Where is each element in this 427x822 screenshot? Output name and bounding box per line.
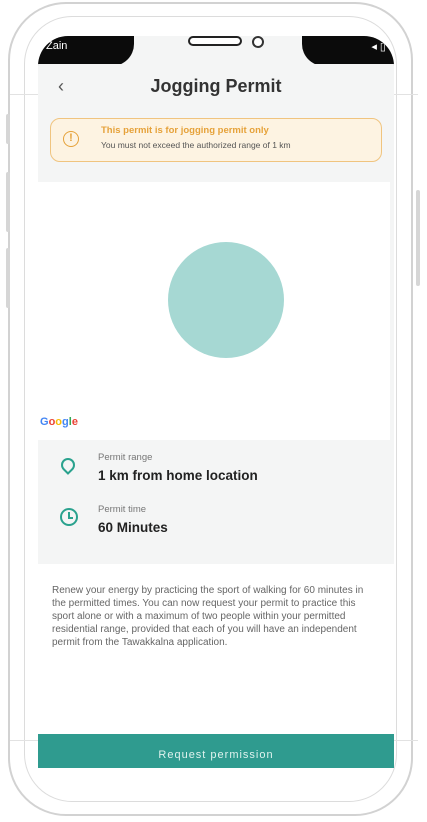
warning-notice: ! This permit is for jogging permit only… bbox=[50, 118, 382, 162]
notice-subtitle: You must not exceed the authorized range… bbox=[101, 140, 291, 150]
permit-time-label: Permit time bbox=[98, 504, 147, 515]
volume-down-button bbox=[6, 248, 10, 308]
notice-title: This permit is for jogging permit only bbox=[101, 125, 269, 136]
permit-range-row: Permit range 1 km from home location bbox=[38, 446, 394, 490]
antenna-line-bottom-left bbox=[10, 740, 38, 741]
power-button bbox=[416, 190, 420, 286]
app-header: ‹ Jogging Permit bbox=[38, 64, 394, 112]
location-pin-icon bbox=[58, 455, 78, 475]
warning-icon: ! bbox=[63, 131, 79, 147]
permit-info: Permit range 1 km from home location Per… bbox=[38, 440, 394, 560]
battery-icon: ◂ ▯ bbox=[371, 41, 386, 53]
antenna-line-top-left bbox=[10, 94, 38, 95]
mute-switch bbox=[6, 114, 10, 144]
antenna-line-top-right bbox=[392, 94, 418, 95]
carrier-label: Zain bbox=[46, 40, 68, 52]
status-bar-left: Zain bbox=[38, 36, 134, 66]
antenna-line-bottom-right bbox=[392, 740, 418, 741]
clock-icon bbox=[60, 508, 78, 526]
permit-range-label: Permit range bbox=[98, 452, 153, 463]
permit-range-circle bbox=[168, 242, 284, 358]
description-text: Renew your energy by practicing the spor… bbox=[52, 585, 364, 648]
status-bar-right: ◂ ▯ bbox=[302, 36, 394, 66]
speaker-grille bbox=[188, 36, 242, 46]
permit-range-value: 1 km from home location bbox=[98, 468, 258, 483]
permit-time-value: 60 Minutes bbox=[98, 520, 168, 535]
volume-up-button bbox=[6, 172, 10, 232]
request-permission-button[interactable]: Request permission bbox=[38, 734, 394, 768]
google-logo: Google bbox=[40, 416, 78, 428]
permit-time-row: Permit time 60 Minutes bbox=[38, 498, 394, 542]
page-title: Jogging Permit bbox=[150, 76, 282, 96]
map-view[interactable]: Google bbox=[38, 182, 390, 440]
description-card: Renew your energy by practicing the spor… bbox=[38, 564, 394, 736]
app-screen: Zain ◂ ▯ ‹ Jogging Permit ! This permit … bbox=[38, 36, 394, 768]
front-camera bbox=[252, 36, 264, 48]
